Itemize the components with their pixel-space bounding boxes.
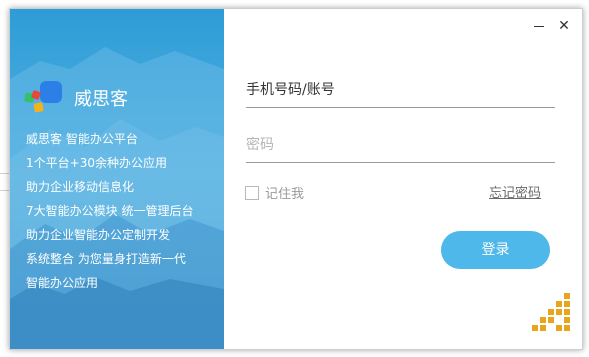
- slogan-list: 威思客 智能办公平台 1个平台+30余种办公应用 助力企业移动信息化 7大智能办…: [26, 127, 221, 295]
- account-input[interactable]: [246, 77, 555, 103]
- login-button[interactable]: 登录: [441, 231, 550, 269]
- minimize-button[interactable]: [528, 15, 550, 37]
- screen: 威思客 威思客 智能办公平台 1个平台+30余种办公应用 助力企业移动信息化 7…: [0, 0, 589, 357]
- minimize-icon: [534, 26, 544, 27]
- forgot-password-link[interactable]: 忘记密码: [489, 182, 541, 201]
- password-field: [246, 132, 555, 163]
- promo-panel: 威思客 威思客 智能办公平台 1个平台+30余种办公应用 助力企业移动信息化 7…: [10, 9, 224, 349]
- close-icon: ✕: [558, 18, 570, 34]
- slogan-line: 系统整合 为您量身打造新一代: [26, 252, 186, 266]
- password-input[interactable]: [246, 132, 555, 158]
- remember-me[interactable]: 记住我: [245, 183, 304, 202]
- brand-name: 威思客: [74, 89, 128, 110]
- slogan-line: 7大智能办公模块 统一管理后台: [26, 204, 194, 218]
- multicolor-blocks-logo-icon: [24, 81, 62, 113]
- slogan-line: 智能办公应用: [26, 276, 99, 290]
- corner-brand-icon: [532, 293, 570, 331]
- brand: 威思客: [22, 79, 128, 117]
- slogan-line: 1个平台+30余种办公应用: [26, 156, 167, 170]
- slogan-line: 助力企业智能办公定制开发: [26, 228, 171, 242]
- login-window: 威思客 威思客 智能办公平台 1个平台+30余种办公应用 助力企业移动信息化 7…: [9, 8, 583, 350]
- account-field: [246, 77, 555, 108]
- slogan-line: 威思客 智能办公平台: [26, 132, 138, 146]
- slogan-line: 助力企业移动信息化: [26, 180, 135, 194]
- remember-me-checkbox[interactable]: [245, 185, 259, 200]
- remember-me-label: 记住我: [265, 187, 305, 202]
- close-button[interactable]: ✕: [553, 15, 575, 37]
- login-form-panel: ✕ 记住我 忘记密码 登录: [224, 9, 582, 349]
